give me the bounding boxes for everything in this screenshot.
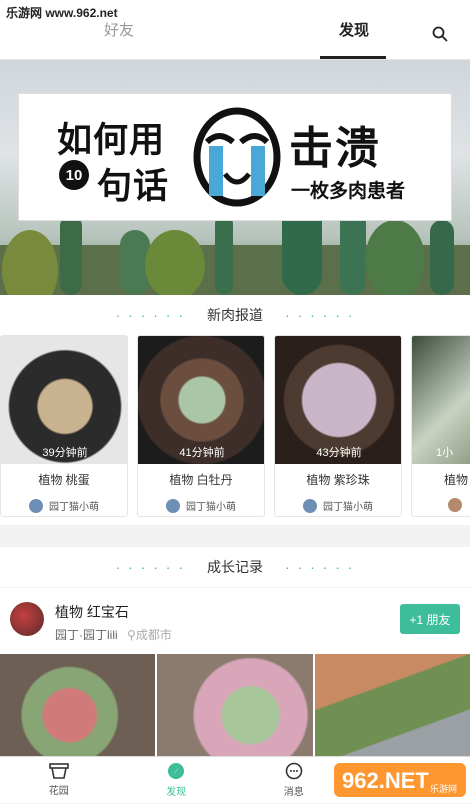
card-username: 园丁猫小萌 [323, 498, 373, 513]
section-title-new: 新肉报道 [207, 305, 263, 325]
post-location: ⚲成都市 [127, 628, 172, 642]
plant-card[interactable]: 41分钟前 植物 白牡丹 园丁猫小萌 [137, 335, 265, 517]
card-time: 1小 [412, 444, 470, 460]
section-title-growth: 成长记录 [207, 557, 263, 577]
card-user: 园丁猫小萌 [275, 498, 401, 513]
card-user: 园丁猫小萌 [138, 498, 264, 513]
banner-line3: 击溃 [289, 112, 381, 176]
banner-line2: 句话 [97, 158, 169, 209]
plant-card[interactable]: 1小 植物 [411, 335, 470, 517]
chat-icon [285, 762, 303, 780]
card-time: 41分钟前 [138, 444, 265, 460]
watermark-logo-sub: 乐游网 [430, 783, 457, 795]
location-pin-icon: ⚲ [127, 628, 136, 642]
section-dots-left: · · · · · · [116, 559, 185, 575]
post-author[interactable]: 园丁·园丁lili [55, 628, 118, 642]
section-header-growth: · · · · · · 成长记录 · · · · · · [0, 547, 470, 587]
new-plants-carousel[interactable]: 39分钟前 植物 桃蛋 园丁猫小萌 41分钟前 植物 白牡丹 园丁猫小萌 43分… [0, 335, 470, 525]
watermark-logo-text: 962.NET [342, 768, 429, 793]
plant-photo: 41分钟前 [138, 336, 265, 464]
search-icon[interactable] [432, 26, 448, 42]
banner-number-badge: 10 [59, 160, 89, 190]
banner-line1: 如何用 [57, 112, 165, 163]
banner-line4: 一枚多肉患者 [291, 176, 405, 203]
flowerpot-icon [49, 763, 69, 779]
nav-discover[interactable]: 发现 [118, 757, 236, 803]
add-friend-button[interactable]: +1 朋友 [400, 604, 460, 634]
card-time: 43分钟前 [275, 444, 402, 460]
section-dots-left: · · · · · · [116, 307, 185, 323]
nav-label: 发现 [166, 783, 186, 798]
nav-label: 消息 [284, 783, 304, 798]
card-username: 园丁猫小萌 [49, 498, 99, 513]
card-user [412, 498, 470, 512]
plant-card[interactable]: 43分钟前 植物 紫珍珠 园丁猫小萌 [274, 335, 402, 517]
plant-card[interactable]: 39分钟前 植物 桃蛋 园丁猫小萌 [0, 335, 128, 517]
plant-photo: 43分钟前 [275, 336, 402, 464]
card-time: 39分钟前 [1, 444, 128, 460]
avatar [303, 499, 317, 513]
card-name: 植物 [412, 471, 470, 488]
card-name: 植物 白牡丹 [138, 471, 264, 488]
post-photo[interactable] [315, 654, 470, 756]
watermark-logo: 962.NET 乐游网 [334, 759, 466, 799]
nav-garden[interactable]: 花园 [0, 757, 118, 803]
nav-label: 花园 [49, 782, 69, 797]
crying-face-icon [189, 104, 285, 210]
section-dots-right: · · · · · · [285, 307, 354, 323]
card-user: 园丁猫小萌 [1, 498, 127, 513]
post-title: 植物 红宝石 [55, 602, 129, 622]
section-header-new: · · · · · · 新肉报道 · · · · · · [0, 295, 470, 335]
post-photo[interactable] [0, 654, 155, 756]
compass-icon [167, 762, 185, 780]
watermark-text: 乐游网 www.962.net [0, 0, 124, 22]
avatar[interactable] [10, 602, 44, 636]
plant-photo: 39分钟前 [1, 336, 128, 464]
post-photos [0, 654, 470, 756]
avatar [29, 499, 43, 513]
growth-post[interactable]: 植物 红宝石 园丁·园丁lili ⚲成都市 +1 朋友 [0, 588, 470, 756]
post-photo[interactable] [157, 654, 312, 756]
avatar [448, 498, 462, 512]
section-dots-right: · · · · · · [285, 559, 354, 575]
card-name: 植物 紫珍珠 [275, 471, 401, 488]
post-meta: 园丁·园丁lili ⚲成都市 [55, 626, 172, 643]
banner[interactable]: 如何用 10 句话 击溃 一枚多肉患者 [0, 60, 470, 295]
banner-card: 如何用 10 句话 击溃 一枚多肉患者 [18, 93, 452, 221]
avatar [166, 499, 180, 513]
card-name: 植物 桃蛋 [1, 471, 127, 488]
card-username: 园丁猫小萌 [186, 498, 236, 513]
plant-photo: 1小 [412, 336, 470, 464]
